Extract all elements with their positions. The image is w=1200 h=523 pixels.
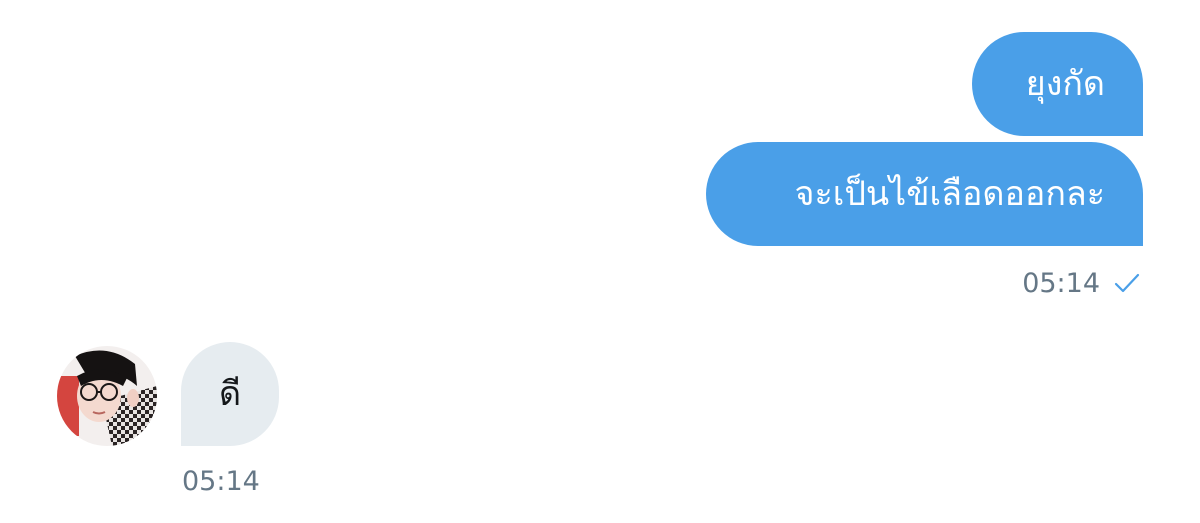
incoming-message-bubble[interactable]: ดี	[181, 342, 279, 446]
check-icon	[1114, 273, 1140, 293]
avatar[interactable]	[57, 346, 157, 446]
message-timestamp: 05:14	[1022, 267, 1100, 299]
conversation-thread: ยุงกัด จะเป็นไข้เลือดออกละ 05:14 ดี 05:1…	[0, 0, 1200, 523]
message-text: จะเป็นไข้เลือดออกละ	[794, 174, 1105, 214]
message-text: ดี	[218, 374, 242, 414]
message-timestamp: 05:14	[182, 466, 260, 497]
avatar-photo	[57, 346, 157, 446]
sent-message-meta: 05:14	[1022, 268, 1140, 298]
outgoing-message-bubble[interactable]: ยุงกัด	[972, 32, 1143, 136]
outgoing-message-bubble[interactable]: จะเป็นไข้เลือดออกละ	[706, 142, 1143, 246]
message-text: ยุงกัด	[1025, 64, 1105, 104]
